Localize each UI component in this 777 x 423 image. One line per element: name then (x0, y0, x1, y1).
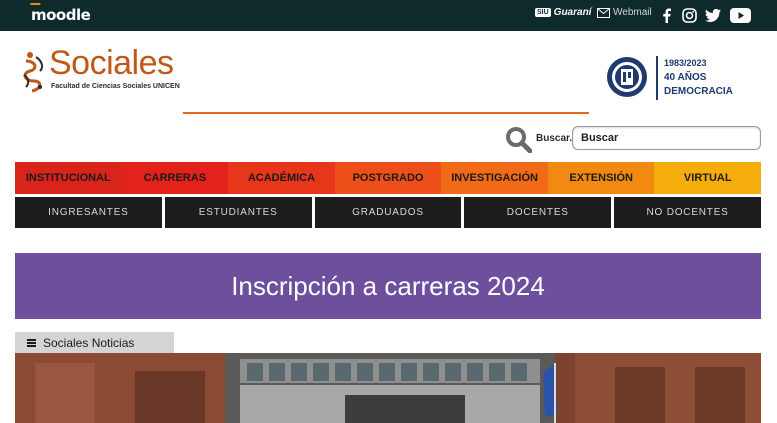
guarani-label: Guaraní (553, 7, 592, 18)
search-input[interactable] (572, 126, 761, 150)
news-section-tab[interactable]: Sociales Noticias (15, 332, 174, 354)
inscription-banner[interactable]: Inscripción a carreras 2024 (15, 253, 761, 319)
moodle-label: moodle (31, 6, 91, 24)
facebook-icon[interactable] (657, 6, 675, 24)
building-photo (15, 353, 761, 423)
nav-item-ingresantes[interactable]: INGRESANTES (15, 197, 162, 228)
nav-item-estudiantes[interactable]: ESTUDIANTES (164, 197, 312, 228)
nav-item-investigacion[interactable]: INVESTIGACIÓN (441, 162, 548, 194)
nav-item-carreras[interactable]: CARRERAS (121, 162, 229, 194)
nav-item-graduados[interactable]: GRADUADOS (314, 197, 462, 228)
top-bar: moodle SIU Guaraní Webmail (0, 0, 777, 31)
democracy-years: 1983/2023 (664, 58, 707, 68)
webmail-link[interactable]: Webmail (597, 7, 652, 18)
nav-item-extension[interactable]: EXTENSIÓN (547, 162, 655, 194)
mail-icon (597, 7, 610, 18)
audience-nav: INGRESANTES ESTUDIANTES GRADUADOS DOCENT… (15, 197, 761, 228)
democracy-seal-icon (607, 57, 647, 97)
democracy-divider (656, 56, 658, 100)
menu-icon (27, 339, 36, 347)
moodle-hat-icon (29, 3, 41, 7)
header-divider (183, 112, 589, 114)
instagram-icon[interactable] (680, 6, 698, 24)
guarani-link[interactable]: SIU Guaraní (535, 7, 591, 18)
nav-item-docentes[interactable]: DOCENTES (464, 197, 612, 228)
news-photo[interactable] (15, 353, 761, 423)
nav-item-no-docentes[interactable]: NO DOCENTES (614, 197, 761, 228)
webmail-label: Webmail (613, 7, 652, 18)
youtube-icon[interactable] (729, 6, 751, 24)
nav-item-virtual[interactable]: VIRTUAL (654, 162, 762, 194)
democracy-line1: 40 AÑOS (664, 72, 707, 83)
sociales-logo-icon (23, 52, 44, 93)
nav-item-postgrado[interactable]: POSTGRADO (334, 162, 442, 194)
main-nav: INSTITUCIONAL CARRERAS ACADÉMICA POSTGRA… (15, 162, 762, 194)
democracy-line2: DEMOCRACIA (664, 86, 733, 97)
twitter-icon[interactable] (704, 6, 722, 24)
news-tab-label: Sociales Noticias (43, 336, 135, 350)
logo-subtitle: Facultad de Ciencias Sociales UNICEN (51, 83, 180, 90)
logo-title: Sociales (49, 44, 174, 82)
nav-item-institucional[interactable]: INSTITUCIONAL (15, 162, 122, 194)
search-icon[interactable] (506, 127, 532, 153)
nav-item-academica[interactable]: ACADÉMICA (228, 162, 335, 194)
moodle-link[interactable]: moodle (29, 3, 91, 24)
siu-badge: SIU (535, 8, 551, 17)
